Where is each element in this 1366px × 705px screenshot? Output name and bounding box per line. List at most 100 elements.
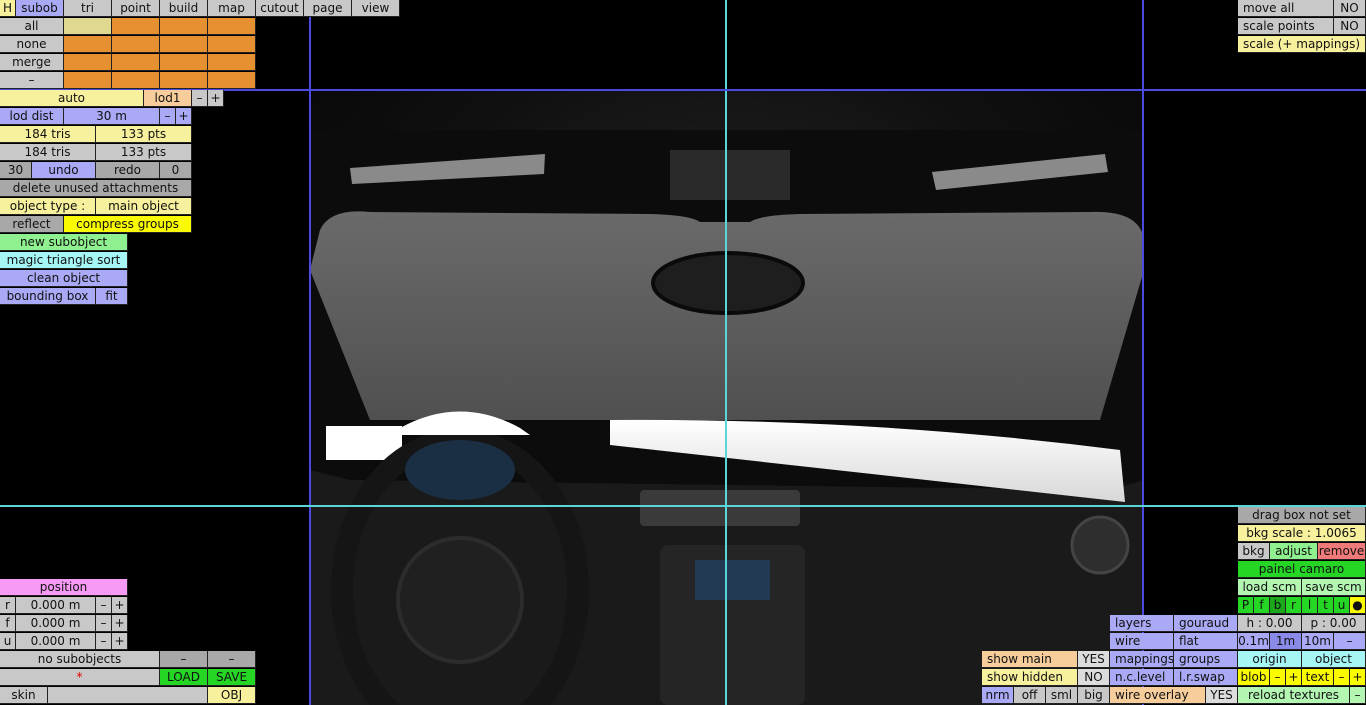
subobject-slot[interactable] [64, 36, 112, 53]
position-r-decrease[interactable]: – [96, 597, 112, 614]
subobject-slot[interactable] [112, 36, 160, 53]
subobject-slot[interactable] [208, 72, 256, 89]
lod-auto-button[interactable]: auto [0, 90, 144, 107]
subobject-slot[interactable] [160, 36, 208, 53]
menu-page[interactable]: page [304, 0, 352, 17]
lod1-button[interactable]: lod1 [144, 90, 192, 107]
3d-viewport[interactable] [310, 90, 1144, 705]
position-r-value[interactable]: 0.000 m [16, 597, 96, 614]
menu-point[interactable]: point [112, 0, 160, 17]
load-button[interactable]: LOAD [160, 669, 208, 686]
origin-button[interactable]: origin [1238, 651, 1302, 668]
off-button[interactable]: off [1014, 687, 1046, 704]
show-main-toggle[interactable]: YES [1078, 651, 1110, 668]
blob-increase[interactable]: + [1286, 669, 1302, 686]
view-p-button[interactable]: P [1238, 597, 1254, 614]
nc-level-button[interactable]: n.c.level [1110, 669, 1174, 686]
subobject-next-button[interactable]: – [208, 651, 256, 668]
menu-view[interactable]: view [352, 0, 400, 17]
position-f-decrease[interactable]: – [96, 615, 112, 632]
select-none-button[interactable]: none [0, 36, 64, 53]
show-hidden-label[interactable]: show hidden [982, 669, 1078, 686]
reload-textures-minus[interactable]: – [1350, 687, 1366, 704]
blob-button[interactable]: blob [1238, 669, 1270, 686]
view-t-button[interactable]: t [1318, 597, 1334, 614]
position-u-decrease[interactable]: – [96, 633, 112, 650]
lod-dist-value[interactable]: 30 m [64, 108, 160, 125]
show-hidden-toggle[interactable]: NO [1078, 669, 1110, 686]
position-u-value[interactable]: 0.000 m [16, 633, 96, 650]
bkg-remove-button[interactable]: remove [1318, 543, 1366, 560]
subobject-slot[interactable] [112, 72, 160, 89]
merge-button[interactable]: merge [0, 54, 64, 71]
show-main-label[interactable]: show main [982, 651, 1078, 668]
view-l-button[interactable]: l [1302, 597, 1318, 614]
layers-button[interactable]: layers [1110, 615, 1174, 632]
subobject-slot[interactable] [160, 18, 208, 35]
position-f-value[interactable]: 0.000 m [16, 615, 96, 632]
guide-line-right[interactable] [1142, 0, 1144, 705]
step-1m-button[interactable]: 1m [1270, 633, 1302, 650]
menu-build[interactable]: build [160, 0, 208, 17]
move-all-toggle[interactable]: NO [1334, 0, 1366, 17]
lod-dist-increase[interactable]: + [176, 108, 192, 125]
remove-button[interactable]: – [0, 72, 64, 89]
undo-button[interactable]: undo [32, 162, 96, 179]
view-b-button[interactable]: b [1270, 597, 1286, 614]
view-r-button[interactable]: r [1286, 597, 1302, 614]
mappings-button[interactable]: mappings [1110, 651, 1174, 668]
text-decrease[interactable]: – [1334, 669, 1350, 686]
object-button[interactable]: object [1302, 651, 1366, 668]
magic-triangle-sort-button[interactable]: magic triangle sort [0, 252, 128, 269]
clean-object-button[interactable]: clean object [0, 270, 128, 287]
lod-dist-decrease[interactable]: – [160, 108, 176, 125]
wire-overlay-toggle[interactable]: YES [1206, 687, 1238, 704]
guide-line-center-horizontal[interactable] [0, 505, 1366, 507]
big-button[interactable]: big [1078, 687, 1110, 704]
compress-groups-button[interactable]: compress groups [64, 216, 192, 233]
position-f-increase[interactable]: + [112, 615, 128, 632]
step-01m-button[interactable]: 0.1m [1238, 633, 1270, 650]
text-increase[interactable]: + [1350, 669, 1366, 686]
subobject-slot[interactable] [208, 54, 256, 71]
bounding-box-button[interactable]: bounding box [0, 288, 96, 305]
skin-field[interactable] [48, 687, 208, 704]
view-u-button[interactable]: u [1334, 597, 1350, 614]
subobject-slot[interactable] [64, 18, 112, 35]
save-scm-button[interactable]: save scm [1302, 579, 1366, 596]
move-all-label[interactable]: move all [1238, 0, 1334, 17]
object-type-select[interactable]: main object [96, 198, 192, 215]
lod-decrease-button[interactable]: – [192, 90, 208, 107]
step-10m-button[interactable]: 10m [1302, 633, 1334, 650]
nrm-button[interactable]: nrm [982, 687, 1014, 704]
delete-unused-attachments-button[interactable]: delete unused attachments [0, 180, 192, 197]
view-dot-button[interactable]: ● [1350, 597, 1366, 614]
menu-subob[interactable]: subob [16, 0, 64, 17]
pitch-value[interactable]: p : 0.00 [1302, 615, 1366, 632]
lod-increase-button[interactable]: + [208, 90, 224, 107]
lr-swap-button[interactable]: l.r.swap [1174, 669, 1238, 686]
reload-textures-button[interactable]: reload textures [1238, 687, 1350, 704]
menu-cutout[interactable]: cutout [256, 0, 304, 17]
scale-mappings-button[interactable]: scale (+ mappings) [1238, 36, 1366, 53]
groups-button[interactable]: groups [1174, 651, 1238, 668]
obj-button[interactable]: OBJ [208, 687, 256, 704]
flat-button[interactable]: flat [1174, 633, 1238, 650]
scale-points-label[interactable]: scale points [1238, 18, 1334, 35]
guide-line-left[interactable] [309, 0, 311, 705]
subobject-slot[interactable] [64, 54, 112, 71]
bkg-scale-value[interactable]: bkg scale : 1.0065 [1238, 525, 1366, 542]
subobject-slot[interactable] [160, 72, 208, 89]
skin-button[interactable]: skin [0, 687, 48, 704]
sml-button[interactable]: sml [1046, 687, 1078, 704]
subobject-slot[interactable] [208, 18, 256, 35]
select-all-button[interactable]: all [0, 18, 64, 35]
fit-button[interactable]: fit [96, 288, 128, 305]
save-button[interactable]: SAVE [208, 669, 256, 686]
bkg-button[interactable]: bkg [1238, 543, 1270, 560]
blob-decrease[interactable]: – [1270, 669, 1286, 686]
subobject-slot[interactable] [112, 54, 160, 71]
load-scm-button[interactable]: load scm [1238, 579, 1302, 596]
step-minus-button[interactable]: – [1334, 633, 1366, 650]
subobject-slot[interactable] [64, 72, 112, 89]
